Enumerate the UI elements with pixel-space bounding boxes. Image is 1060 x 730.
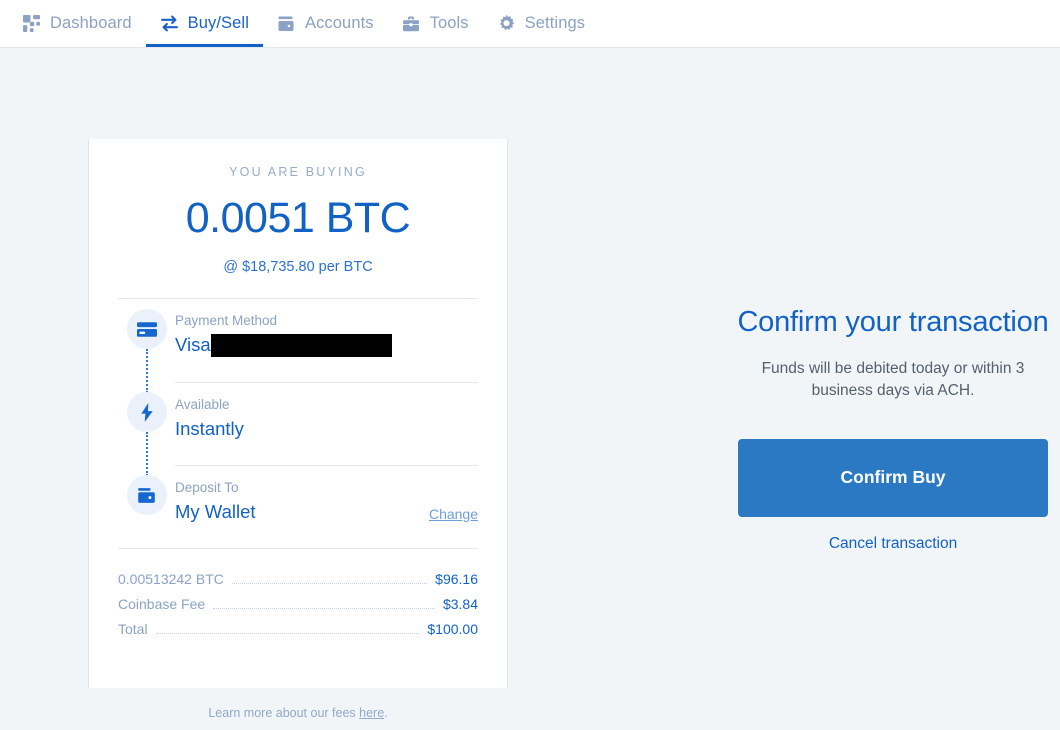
detail-row-body: Available Instantly [175,382,478,456]
fee-row-subtotal: 0.00513242 BTC $96.16 [118,567,478,592]
panel-title: Confirm your transaction [700,305,1060,340]
fees-footnote-text: Learn more about our fees [208,706,359,720]
nav-item-buy-sell[interactable]: Buy/Sell [146,0,263,47]
detail-row-body: Deposit To My Wallet Change [175,465,478,539]
fee-value: $100.00 [427,621,478,637]
buy-amount: 0.0051 BTC [89,194,507,243]
lightning-bolt-icon [127,392,167,432]
step-connector-line [146,349,148,393]
fee-breakdown: 0.00513242 BTC $96.16 Coinbase Fee $3.84… [118,548,478,642]
fee-leader-dots [213,608,435,609]
confirmation-panel: Confirm your transaction Funds will be d… [700,305,1060,553]
fee-label: Total [118,621,148,637]
detail-text-block: Deposit To My Wallet [175,478,256,525]
step-connector-line [146,432,148,476]
detail-label: Deposit To [175,478,256,498]
detail-icon-column [118,299,175,349]
detail-row-deposit-to[interactable]: Deposit To My Wallet Change [118,465,478,548]
detail-row-payment-method[interactable]: Payment Method Visa [118,299,478,382]
redacted-card-number [211,334,392,357]
detail-text-block: Payment Method Visa [175,311,392,358]
fee-value: $3.84 [443,596,478,612]
unit-price-rate: @ $18,735.80 per BTC [89,259,507,275]
nav-label-accounts: Accounts [305,14,374,33]
buying-eyebrow-label: YOU ARE BUYING [89,165,507,179]
fee-leader-dots [156,633,420,634]
nav-label-dashboard: Dashboard [50,14,132,33]
fee-value: $96.16 [435,571,478,587]
receipt-bottom-perforation [88,684,510,689]
transaction-details-list: Payment Method Visa [89,299,507,548]
fees-footnote: Learn more about our fees here. [88,706,508,720]
grid-icon [22,14,41,33]
gear-icon [497,14,516,33]
confirm-buy-button[interactable]: Confirm Buy [738,439,1048,517]
nav-label-tools: Tools [430,14,469,33]
receipt-top-perforation [88,138,510,143]
detail-label: Payment Method [175,311,392,331]
nav-label-buy-sell: Buy/Sell [188,14,249,33]
detail-row-body: Payment Method Visa [175,299,478,372]
fees-footnote-tail: . [384,706,387,720]
fee-row-total: Total $100.00 [118,617,478,642]
detail-label: Available [175,395,244,415]
credit-card-icon [127,309,167,349]
nav-item-tools[interactable]: Tools [388,0,483,47]
detail-value-wrap: Visa [175,332,392,358]
fee-leader-dots [232,583,427,584]
exchange-icon [160,14,179,33]
nav-item-accounts[interactable]: Accounts [263,0,388,47]
fee-label: 0.00513242 BTC [118,571,224,587]
receipt-header: YOU ARE BUYING 0.0051 BTC @ $18,735.80 p… [89,139,507,275]
fees-learn-more-link[interactable]: here [359,706,384,720]
cancel-transaction-link[interactable]: Cancel transaction [700,535,1060,553]
fee-label: Coinbase Fee [118,596,205,612]
change-wallet-link[interactable]: Change [429,506,478,525]
purchase-receipt-card: YOU ARE BUYING 0.0051 BTC @ $18,735.80 p… [88,139,508,688]
detail-row-availability[interactable]: Available Instantly [118,382,478,465]
detail-value: Visa [175,332,211,358]
wallet-icon [127,475,167,515]
briefcase-icon [402,14,421,33]
nav-item-dashboard[interactable]: Dashboard [8,0,146,47]
wallet-icon [277,14,296,33]
nav-label-settings: Settings [525,14,585,33]
fee-row-coinbase-fee: Coinbase Fee $3.84 [118,592,478,617]
nav-item-settings[interactable]: Settings [483,0,599,47]
detail-value: My Wallet [175,499,256,525]
panel-subtitle: Funds will be debited today or within 3 … [743,358,1043,403]
top-navigation-bar: Dashboard Buy/Sell Accounts [0,0,1060,48]
detail-value: Instantly [175,416,244,442]
detail-text-block: Available Instantly [175,395,244,442]
